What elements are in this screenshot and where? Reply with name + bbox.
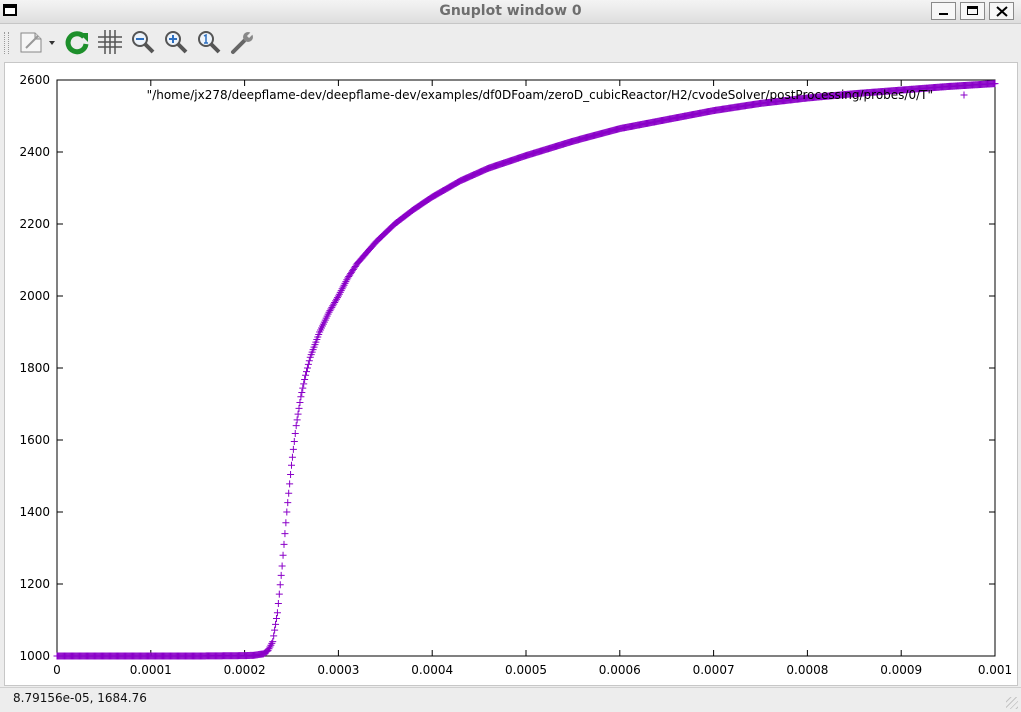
x-tick-label: 0.0005 (505, 663, 547, 677)
minimize-button[interactable] (931, 2, 956, 20)
data-point (276, 581, 284, 589)
options-button[interactable] (229, 29, 257, 55)
status-bar: 8.79156e-05, 1684.76 (0, 687, 1021, 712)
data-point (300, 380, 308, 388)
legend-marker (960, 91, 968, 99)
data-point (288, 461, 295, 469)
x-tick-label: 0.0008 (786, 663, 828, 677)
plot-area[interactable]: 1000 1200 1400 1600 1800 2000 2200 2400 2600 0 0.… (4, 62, 1018, 686)
close-button[interactable] (989, 2, 1014, 20)
data-point (288, 453, 296, 461)
data-point (296, 399, 304, 407)
data-point (284, 499, 292, 507)
unzoom-button[interactable] (196, 29, 222, 55)
y-tick-label: 1600 (19, 433, 50, 447)
grid-icon (98, 30, 122, 54)
data-point (280, 540, 288, 548)
x-axis: 0 0.0001 0.0002 0.0003 0.0004 0.0005 0.0006 0.0… (53, 80, 1012, 677)
data-point (272, 615, 280, 623)
data-point (293, 416, 301, 424)
window-title: Gnuplot window 0 (439, 3, 582, 19)
grid-button[interactable] (97, 29, 123, 55)
data-point (286, 480, 294, 488)
data-point (271, 626, 279, 634)
plot-border (56, 79, 996, 657)
zoom-previous-button[interactable] (130, 29, 156, 55)
legend-label: "/home/jx278/deepflame-dev/deepflame-dev… (147, 88, 933, 102)
x-tick-label: 0.0009 (880, 663, 922, 677)
resize-grip[interactable] (1006, 697, 1018, 709)
data-point (305, 357, 313, 365)
y-tick-label: 2600 (19, 73, 50, 87)
legend-marker-point (960, 91, 968, 99)
data-point (270, 632, 278, 640)
x-tick-label: 0.001 (978, 663, 1012, 677)
y-tick-label: 2200 (19, 217, 50, 231)
data-point (279, 551, 287, 559)
y-tick-label: 2400 (19, 145, 50, 159)
data-point (289, 445, 297, 453)
data-point (290, 437, 298, 445)
toolbar (0, 24, 1021, 61)
data-point (274, 599, 282, 607)
y-tick-label: 1400 (19, 505, 50, 519)
data-point (278, 562, 286, 570)
close-icon (996, 6, 1008, 17)
y-tick-label: 1000 (19, 649, 50, 663)
data-point (285, 489, 293, 497)
data-point (304, 360, 312, 368)
zoom-out-icon (132, 31, 155, 54)
data-point (299, 384, 307, 392)
data-point (275, 590, 283, 598)
replot-icon (65, 31, 89, 55)
plot-canvas[interactable]: 1000 1200 1400 1600 1800 2000 2200 2400 2600 0 0.… (5, 63, 1017, 685)
zoom-in-icon (165, 31, 188, 54)
zoom-reset-icon (198, 31, 221, 54)
x-tick-label: 0.0001 (130, 663, 172, 677)
data-point (282, 519, 290, 527)
x-tick-label: 0.0006 (599, 663, 641, 677)
wrench-icon (231, 30, 255, 54)
data-point (291, 430, 299, 438)
title-bar: Gnuplot window 0 (0, 0, 1021, 24)
x-tick-label: 0.0004 (411, 663, 453, 677)
zoom-next-button[interactable] (163, 29, 189, 55)
data-point (302, 371, 310, 379)
x-tick-label: 0.0007 (693, 663, 735, 677)
data-series (53, 80, 999, 660)
maximize-button[interactable] (960, 2, 985, 20)
data-point (303, 368, 311, 376)
y-tick-label: 1800 (19, 361, 50, 375)
data-point (292, 422, 300, 430)
data-point (303, 364, 311, 372)
data-point (295, 404, 303, 412)
data-point (294, 410, 302, 418)
data-point (283, 508, 291, 516)
toolbar-grip[interactable] (4, 32, 9, 54)
data-point (273, 609, 281, 617)
data-point (298, 388, 306, 396)
x-tick-label: 0.0002 (224, 663, 266, 677)
export-document-icon (20, 32, 55, 53)
data-point (287, 471, 295, 479)
mouse-coordinates: 8.79156e-05, 1684.76 (13, 691, 147, 705)
data-point (297, 393, 305, 401)
replot-button[interactable] (63, 29, 91, 55)
y-tick-label: 1200 (19, 577, 50, 591)
y-tick-label: 2000 (19, 289, 50, 303)
data-point (272, 620, 280, 628)
data-point (281, 530, 289, 538)
data-point (277, 571, 285, 579)
x-tick-label: 0.0003 (317, 663, 359, 677)
export-button[interactable] (18, 29, 60, 55)
x-tick-label: 0 (53, 663, 61, 677)
data-point (301, 376, 309, 384)
